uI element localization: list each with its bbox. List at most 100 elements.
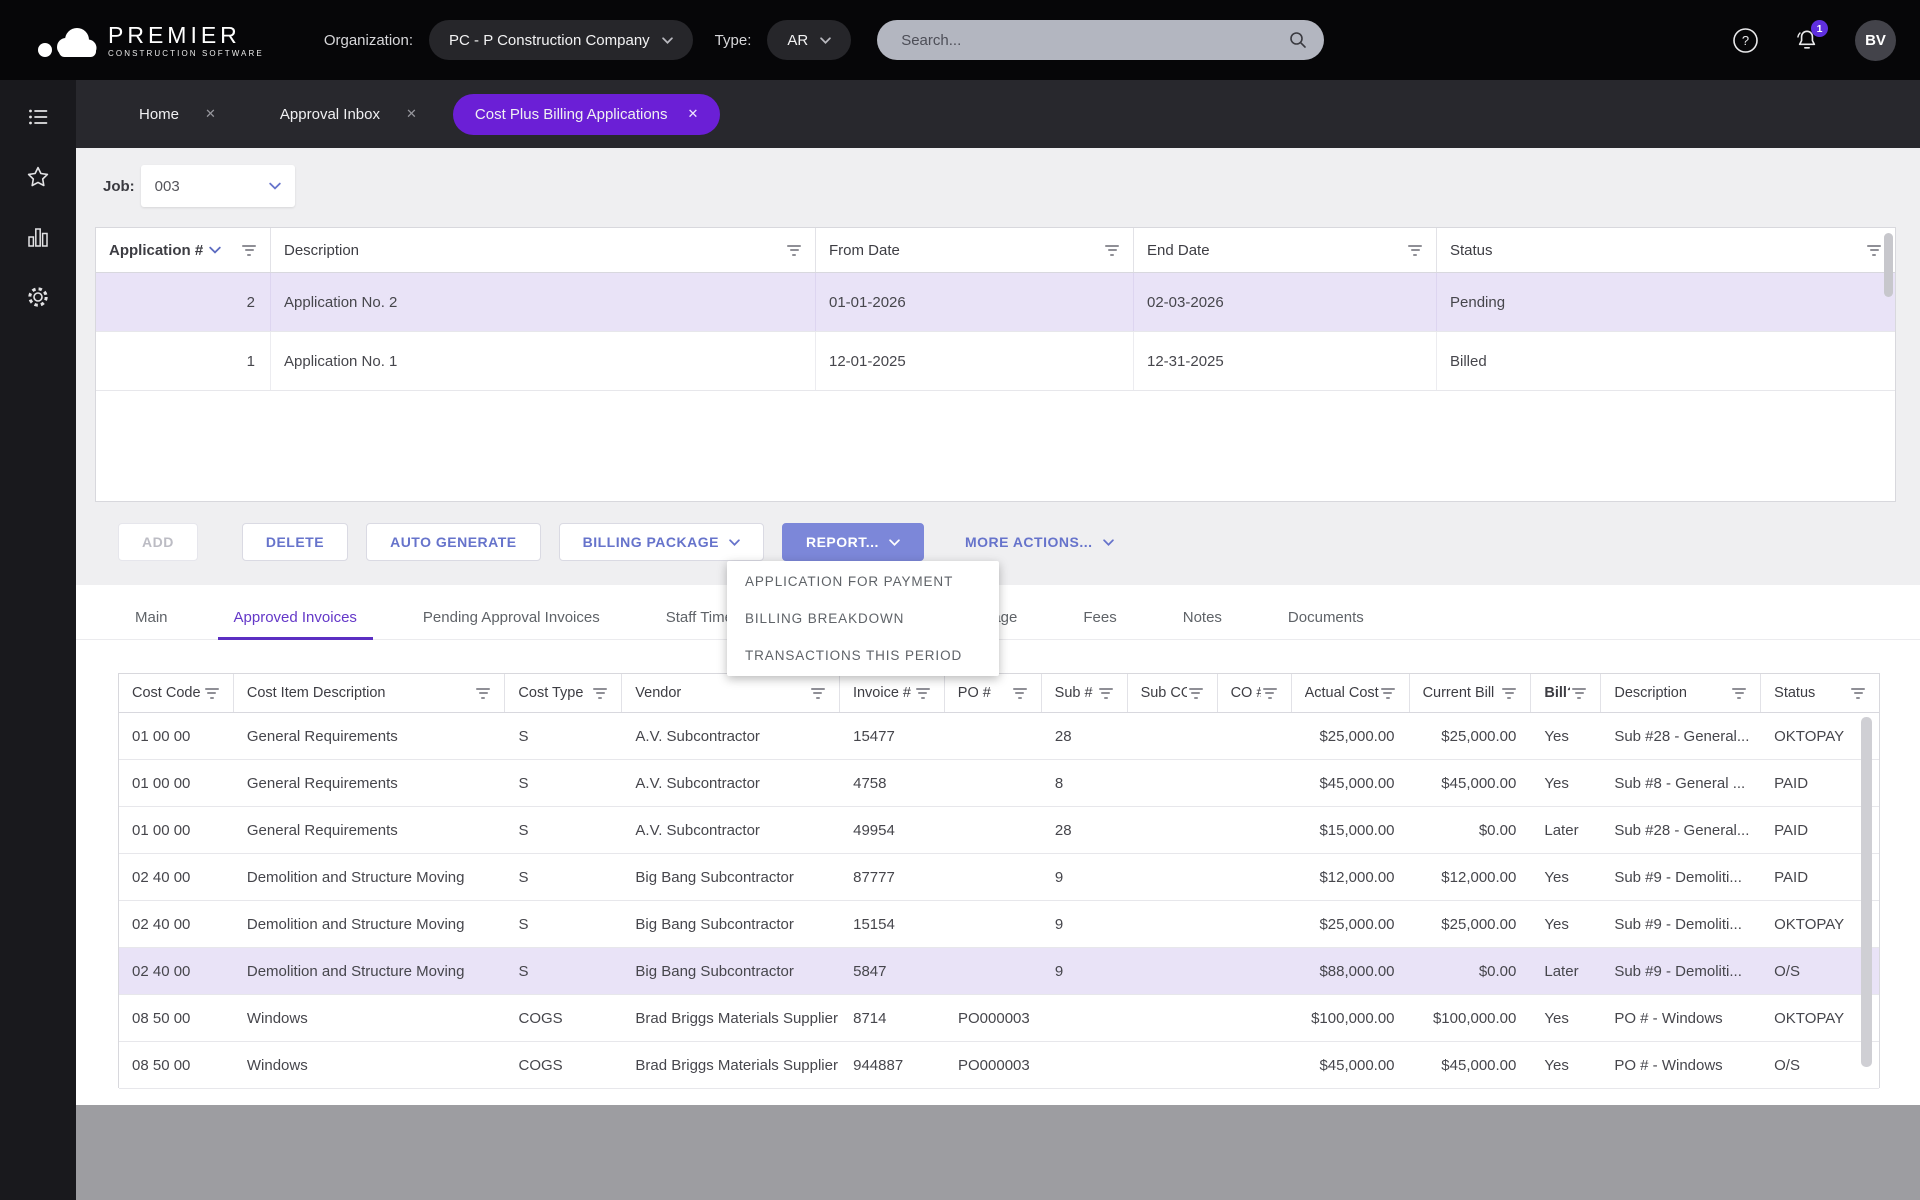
tab-notes[interactable]: Notes — [1167, 598, 1238, 640]
help-icon[interactable]: ? — [1731, 26, 1759, 54]
cell-sub_co — [1128, 807, 1218, 853]
billing-package-button[interactable]: BILLING PACKAGE — [559, 523, 764, 561]
invoice-row[interactable]: 01 00 00General RequirementsSA.V. Subcon… — [119, 760, 1879, 807]
organization-select[interactable]: PC - P Construction Company — [429, 20, 693, 60]
filter-icon[interactable] — [474, 684, 492, 703]
global-search — [877, 20, 1324, 60]
tab-documents[interactable]: Documents — [1272, 598, 1380, 640]
filter-icon[interactable] — [240, 241, 258, 260]
filter-icon[interactable] — [1011, 684, 1029, 703]
applications-table-scrollbar[interactable] — [1884, 233, 1893, 297]
type-select[interactable]: AR — [767, 20, 851, 60]
job-select[interactable]: 003 — [141, 165, 295, 207]
filter-icon[interactable] — [591, 684, 609, 703]
invoice-row[interactable]: 01 00 00General RequirementsSA.V. Subcon… — [119, 807, 1879, 854]
column-header-sub_co[interactable]: Sub CO — [1128, 674, 1218, 712]
column-header-bill[interactable]: Bill? — [1531, 674, 1601, 712]
invoice-row[interactable]: 02 40 00Demolition and Structure MovingS… — [119, 948, 1879, 995]
column-header-from_date[interactable]: From Date — [816, 228, 1134, 272]
cell-po_no — [945, 760, 1042, 806]
cell-cost_code: 01 00 00 — [119, 807, 234, 853]
user-avatar[interactable]: BV — [1855, 20, 1896, 61]
filter-icon[interactable] — [1500, 684, 1518, 703]
column-header-description[interactable]: Description — [1601, 674, 1761, 712]
search-input[interactable] — [899, 31, 1288, 50]
close-icon[interactable]: ✕ — [205, 106, 216, 122]
more-actions-button[interactable]: MORE ACTIONS... — [942, 523, 1137, 561]
search-icon[interactable] — [1288, 30, 1308, 50]
column-header-invoice_no[interactable]: Invoice # — [840, 674, 945, 712]
cell-actual_cost: $45,000.00 — [1292, 1042, 1410, 1088]
application-row[interactable]: 2Application No. 201-01-202602-03-2026Pe… — [96, 273, 1895, 332]
chevron-down-icon — [1103, 539, 1114, 546]
tab-fees[interactable]: Fees — [1067, 598, 1132, 640]
filter-icon[interactable] — [1097, 684, 1115, 703]
invoices-table-scrollbar[interactable] — [1861, 717, 1872, 1067]
menu-item-application-for-payment[interactable]: APPLICATION FOR PAYMENT — [727, 563, 999, 600]
cell-co_no — [1218, 713, 1292, 759]
column-header-vendor[interactable]: Vendor — [622, 674, 840, 712]
report-button[interactable]: REPORT... — [782, 523, 924, 561]
settings-gear-icon[interactable] — [25, 284, 51, 310]
invoice-row[interactable]: 02 40 00Demolition and Structure MovingS… — [119, 854, 1879, 901]
chevron-down-icon — [729, 539, 740, 546]
chevron-down-icon — [820, 37, 831, 44]
filter-icon[interactable] — [1103, 241, 1121, 260]
column-header-co_no[interactable]: CO # — [1218, 674, 1292, 712]
menu-item-transactions-this-period[interactable]: TRANSACTIONS THIS PERIOD — [727, 637, 999, 674]
invoice-row[interactable]: 08 50 00WindowsCOGSBrad Briggs Materials… — [119, 1042, 1879, 1089]
filter-icon[interactable] — [1730, 684, 1748, 703]
cell-bill: Yes — [1531, 995, 1601, 1041]
filter-icon[interactable] — [1261, 684, 1279, 703]
filter-icon[interactable] — [1570, 684, 1588, 703]
column-header-cost_item_description[interactable]: Cost Item Description — [234, 674, 506, 712]
delete-button[interactable]: DELETE — [242, 523, 348, 561]
reports-chart-icon[interactable] — [25, 224, 51, 250]
notifications-bell-icon[interactable]: 1 — [1793, 26, 1821, 54]
tab-pending-approval-invoices[interactable]: Pending Approval Invoices — [407, 598, 616, 640]
menu-item-billing-breakdown[interactable]: BILLING BREAKDOWN — [727, 600, 999, 637]
tab-approved-invoices[interactable]: Approved Invoices — [218, 598, 373, 640]
column-header-current_bill[interactable]: Current Bill — [1410, 674, 1532, 712]
filter-icon[interactable] — [809, 684, 827, 703]
workspace-tab-cost-plus-billing-applications[interactable]: Cost Plus Billing Applications ✕ — [453, 94, 721, 135]
auto-generate-button[interactable]: AUTO GENERATE — [366, 523, 541, 561]
cell-bill: Yes — [1531, 854, 1601, 900]
column-header-status[interactable]: Status — [1437, 228, 1895, 272]
premier-logo[interactable]: PREMIER CONSTRUCTION SOFTWARE — [36, 19, 264, 61]
column-header-cost_type[interactable]: Cost Type — [505, 674, 622, 712]
filter-icon[interactable] — [203, 684, 221, 703]
column-header-description[interactable]: Description — [271, 228, 816, 272]
invoice-row[interactable]: 01 00 00General RequirementsSA.V. Subcon… — [119, 713, 1879, 760]
application-row[interactable]: 1Application No. 112-01-202512-31-2025Bi… — [96, 332, 1895, 391]
menu-list-icon[interactable] — [25, 104, 51, 130]
filter-icon[interactable] — [785, 241, 803, 260]
cell-current_bill: $0.00 — [1410, 948, 1532, 994]
cell-description: PO # - Windows — [1601, 995, 1761, 1041]
add-button[interactable]: ADD — [118, 523, 198, 561]
column-header-end_date[interactable]: End Date — [1134, 228, 1437, 272]
column-header-application_no[interactable]: Application # — [96, 228, 271, 272]
cell-cost_item_description: General Requirements — [234, 807, 506, 853]
invoice-row[interactable]: 02 40 00Demolition and Structure MovingS… — [119, 901, 1879, 948]
close-icon[interactable]: ✕ — [688, 106, 699, 122]
close-icon[interactable]: ✕ — [406, 106, 417, 122]
cell-actual_cost: $100,000.00 — [1292, 995, 1410, 1041]
column-header-po_no[interactable]: PO # — [945, 674, 1042, 712]
favorites-star-icon[interactable] — [25, 164, 51, 190]
cell-sub_no: 28 — [1042, 807, 1128, 853]
filter-icon[interactable] — [1406, 241, 1424, 260]
filter-icon[interactable] — [1865, 241, 1883, 260]
tab-main[interactable]: Main — [119, 598, 184, 640]
column-header-status[interactable]: Status — [1761, 674, 1879, 712]
column-header-actual_cost[interactable]: Actual Cost — [1292, 674, 1410, 712]
filter-icon[interactable] — [1849, 684, 1867, 703]
filter-icon[interactable] — [1187, 684, 1205, 703]
filter-icon[interactable] — [1379, 684, 1397, 703]
invoice-row[interactable]: 08 50 00WindowsCOGSBrad Briggs Materials… — [119, 995, 1879, 1042]
workspace-tab-home[interactable]: Home ✕ — [135, 106, 220, 123]
column-header-cost_code[interactable]: Cost Code — [119, 674, 234, 712]
filter-icon[interactable] — [914, 684, 932, 703]
column-header-sub_no[interactable]: Sub # — [1042, 674, 1128, 712]
workspace-tab-approval-inbox[interactable]: Approval Inbox ✕ — [276, 106, 421, 123]
